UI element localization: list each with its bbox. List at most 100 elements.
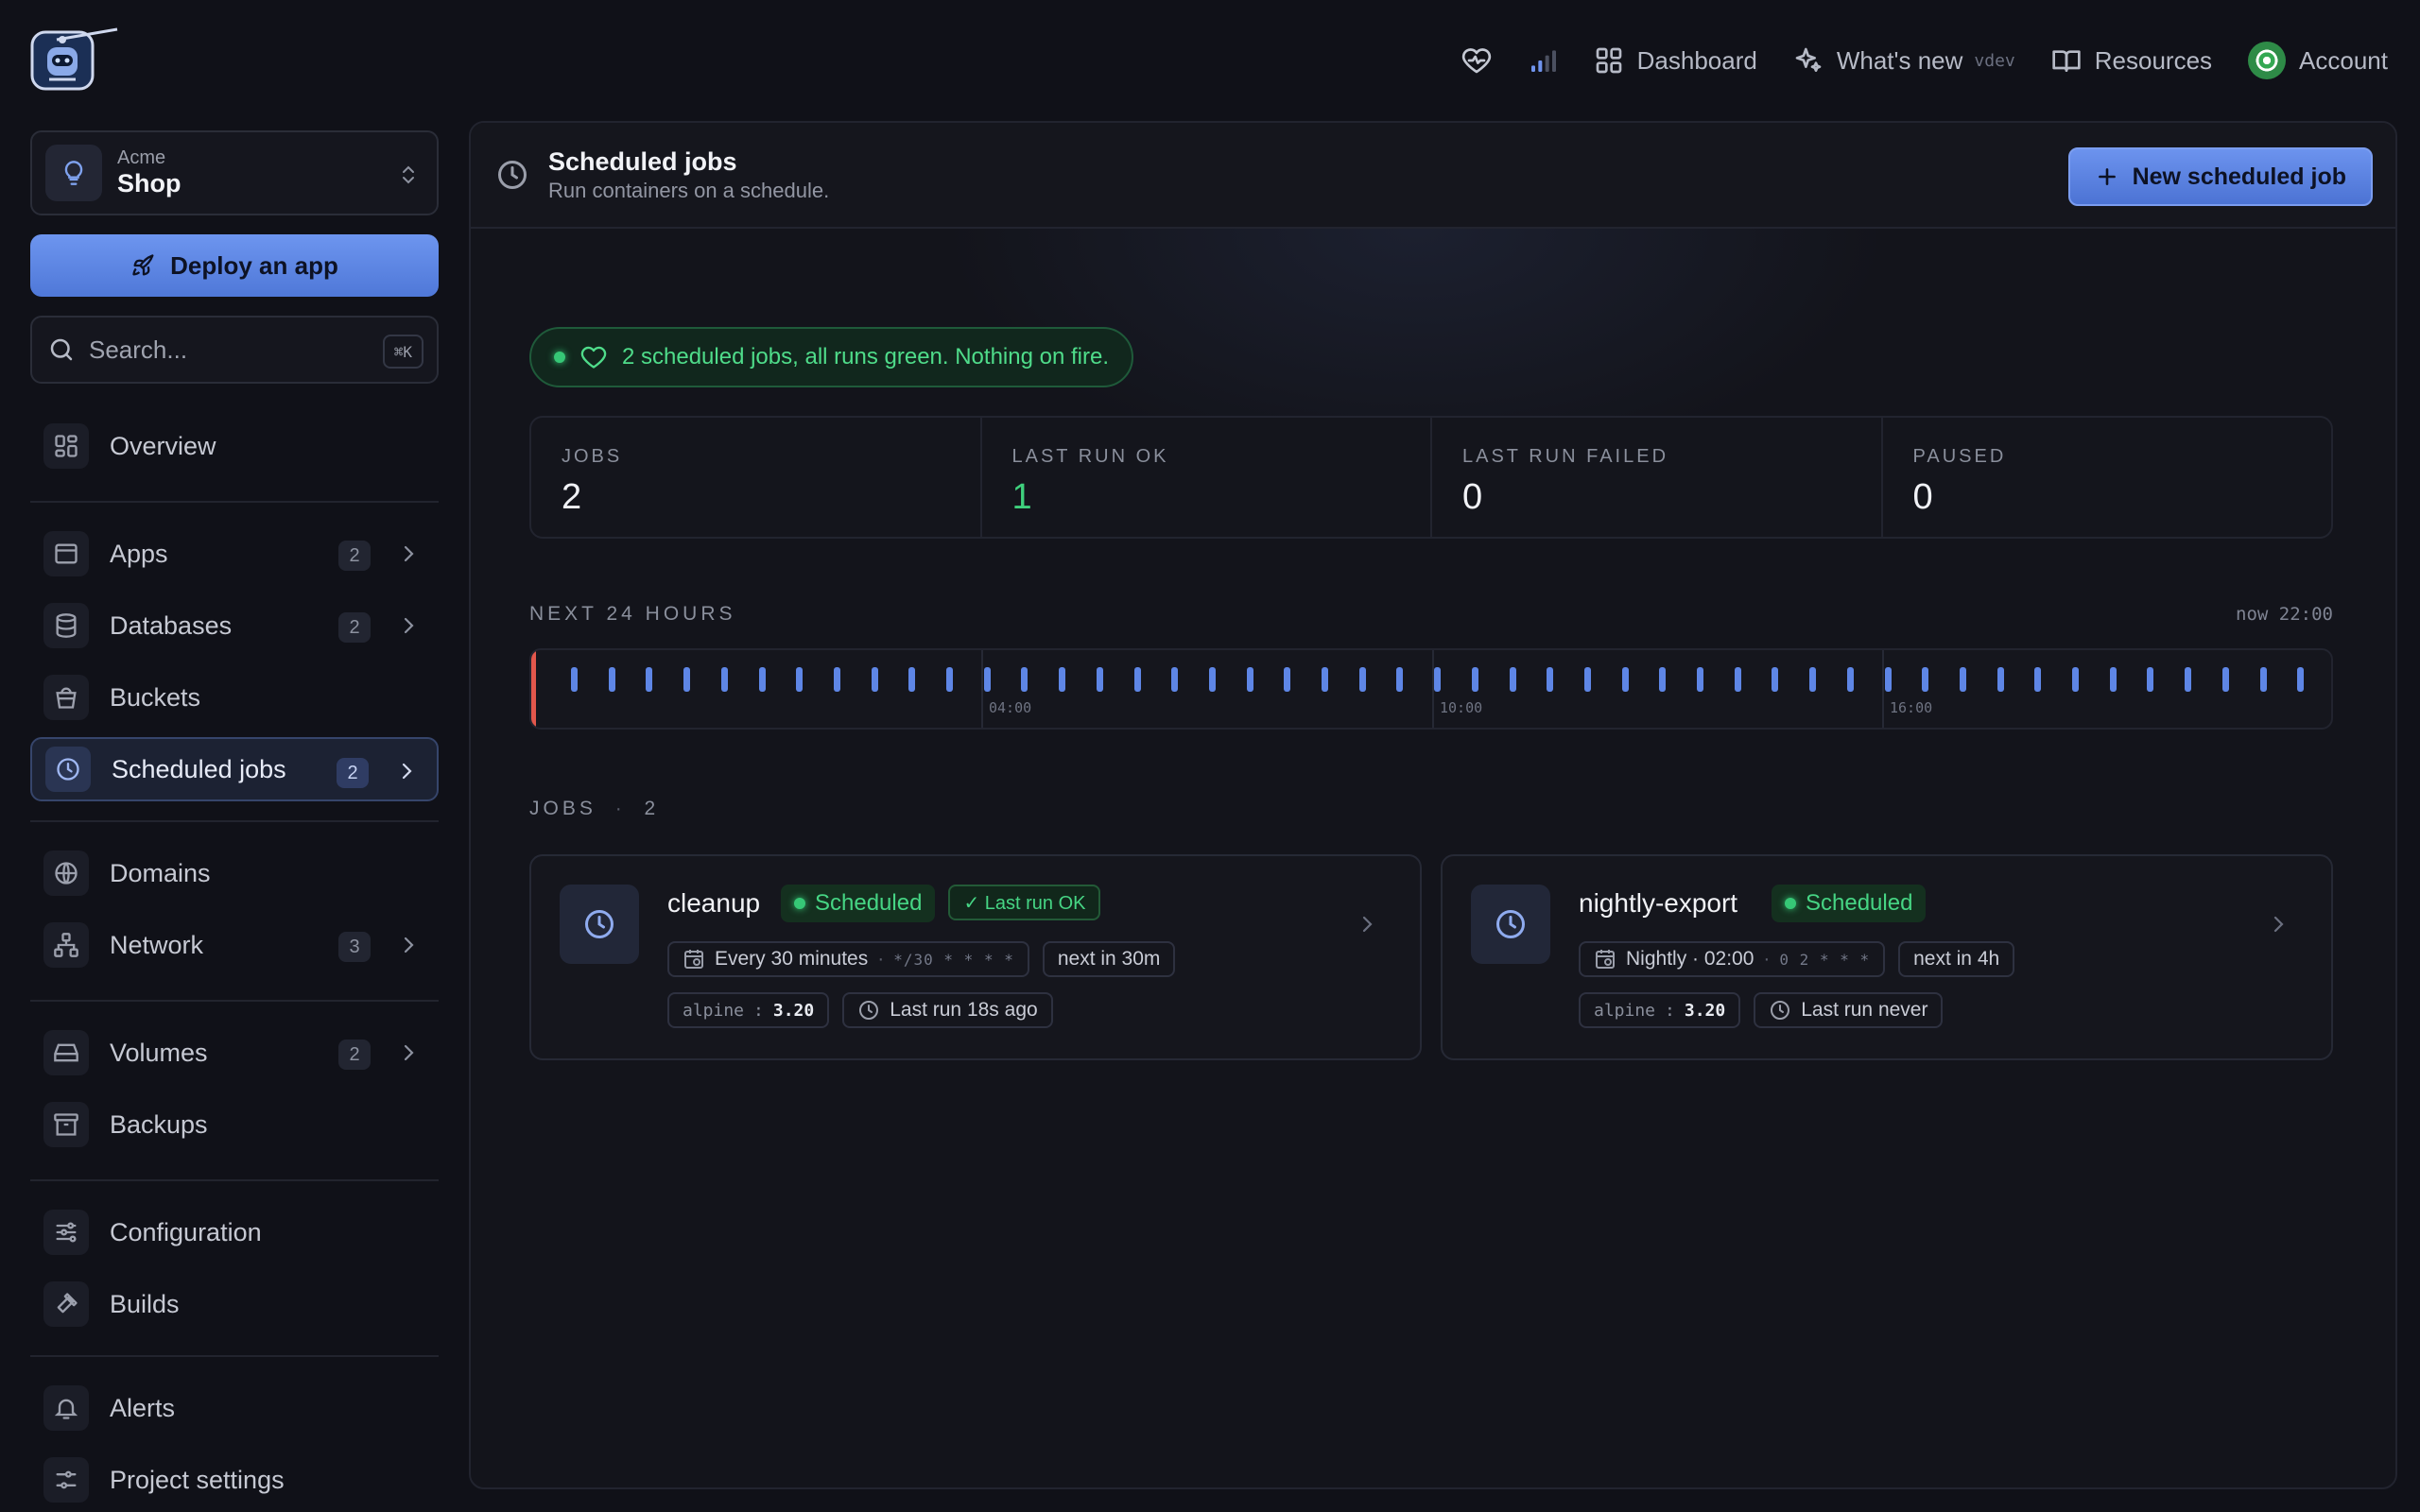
sidebar-item-overview[interactable]: Overview [30,414,439,478]
sidebar-item-configuration[interactable]: Configuration [30,1200,439,1264]
page-title: Scheduled jobs [548,147,737,176]
timeline-now: now 22:00 [2236,604,2333,625]
dashboard-link[interactable]: Dashboard [1594,45,1757,76]
timeline-run-tick [571,667,578,692]
timeline-run-tick [833,667,840,692]
sidebar-divider [30,1179,439,1181]
sidebar-item-label: Configuration [110,1217,262,1246]
sidebar-item-apps[interactable]: Apps 2 [30,522,439,586]
sidebar-item-label: Overview [110,431,216,460]
search-box[interactable]: ⌘K [30,316,439,384]
image-pill: alpine : 3.20 [1579,992,1741,1028]
chevron-right-icon [402,763,412,780]
account-label: Account [2299,45,2388,75]
timeline-run-tick [2259,667,2267,692]
job-card-nightly-export[interactable]: nightly-export Scheduled Nightly · 02:00… [1441,854,2333,1060]
sidebar-item-databases[interactable]: Databases 2 [30,593,439,658]
archive-icon [43,1102,89,1147]
timeline-run-tick [1996,667,2004,692]
last-run-badge: ✓ Last run OK [948,885,1101,920]
deploy-app-button[interactable]: Deploy an app [30,234,439,297]
image-tag: 3.20 [1684,1000,1726,1021]
sidebar-item-label: Backups [110,1109,208,1139]
timeline-run-tick [1659,667,1667,692]
timeline-run-tick [1734,667,1741,692]
sidebar-item-label: Apps [110,539,168,568]
timeline-run-tick [983,667,991,692]
next-run-pill: next in 30m [1042,941,1176,977]
signal-bars-icon[interactable] [1528,45,1558,76]
resources-link[interactable]: Resources [2051,45,2212,76]
cron-expression: */30 * * * * [893,950,1014,969]
status-badge: Scheduled [1772,885,1927,922]
sidebar-item-builds[interactable]: Builds [30,1272,439,1336]
timeline-run-tick [1922,667,1929,692]
schedule-pill: Nightly · 02:00 · 0 2 * * * [1579,941,1886,977]
timeline-24h: 04:00 10:00 16:00 [529,648,2333,730]
timeline-run-tick [1358,667,1366,692]
schedule-text: Nightly · 02:00 [1626,948,1754,970]
health-text: 2 scheduled jobs, all runs green. Nothin… [622,344,1109,369]
sidebar-item-network[interactable]: Network 3 [30,913,439,977]
job-schedule-row: Nightly · 02:00 · 0 2 * * * next in 4h [1579,941,2015,977]
chevron-right-icon [2273,916,2284,933]
new-scheduled-job-button[interactable]: New scheduled job [2067,147,2373,206]
clock-icon [45,747,91,792]
job-schedule-row: Every 30 minutes · */30 * * * * next in … [667,941,1176,977]
sparkles-icon [1795,47,1822,72]
timeline-run-tick [758,667,766,692]
health-banner: 2 scheduled jobs, all runs green. Nothin… [529,327,1133,387]
timeline-run-tick [1096,667,1103,692]
timeline-run-tick [646,667,653,692]
sidebar-item-domains[interactable]: Domains [30,841,439,905]
timeline-run-tick [1772,667,1779,692]
timeline-hour-label: 16:00 [1890,699,1933,716]
image-separator: : [753,1000,764,1021]
cron-expression: 0 2 * * * [1779,950,1871,969]
whats-new-link[interactable]: What's new vdev [1793,45,2015,76]
sidebar-item-label: Volumes [110,1038,208,1067]
stat-label: PAUSED [1912,446,2007,467]
clock-icon [498,161,527,189]
timeline-run-tick [1884,667,1892,692]
shortcut-hint: ⌘K [382,335,424,369]
page-header: Scheduled jobs Run containers on a sched… [471,123,2395,229]
sidebar-item-project-settings[interactable]: Project settings [30,1448,439,1512]
clock-icon [859,1001,879,1020]
sidebar-item-buckets[interactable]: Buckets [30,665,439,730]
sidebar-item-label: Builds [110,1289,180,1318]
sidebar-item-backups[interactable]: Backups [30,1092,439,1157]
page-subtitle: Run containers on a schedule. [548,179,830,202]
timeline-run-tick [608,667,615,692]
schedule-text: Every 30 minutes [715,948,869,970]
last-run-pill: Last run never [1754,992,1944,1028]
job-card-cleanup[interactable]: cleanup Scheduled ✓ Last run OK Every 30… [529,854,1422,1060]
sidebar-item-label: Alerts [110,1393,176,1422]
globe-icon [43,850,89,896]
count-badge: 2 [337,758,369,788]
whats-new-label: What's new [1836,45,1963,75]
stat-label: LAST RUN OK [1011,446,1169,467]
status-badge: Scheduled [781,885,936,922]
chevron-right-icon [404,617,414,634]
timeline-run-tick [1396,667,1404,692]
sidebar-item-volumes[interactable]: Volumes 2 [30,1021,439,1085]
plus-icon [2098,168,2116,185]
network-icon [43,922,89,968]
timeline-run-tick [908,667,916,692]
sidebar-divider [30,1355,439,1357]
account-link[interactable]: Account [2248,42,2388,79]
timeline-hour-label: 10:00 [1440,699,1483,716]
stat-label: LAST RUN FAILED [1462,446,1669,467]
chevron-right-icon [404,1044,414,1061]
status-label: Scheduled [1806,890,1913,916]
project-switcher[interactable]: Acme Shop [30,130,439,215]
search-input[interactable] [89,335,354,365]
image-pill: alpine : 3.20 [667,992,830,1028]
sidebar-item-alerts[interactable]: Alerts [30,1376,439,1440]
separator-dot: · [1763,948,1771,970]
sidebar-item-scheduled-jobs[interactable]: Scheduled jobs 2 [30,737,439,801]
health-heart-icon[interactable] [1461,45,1492,76]
status-label: Scheduled [815,890,923,916]
stat-last-run-failed: LAST RUN FAILED 0 [1432,418,1883,537]
